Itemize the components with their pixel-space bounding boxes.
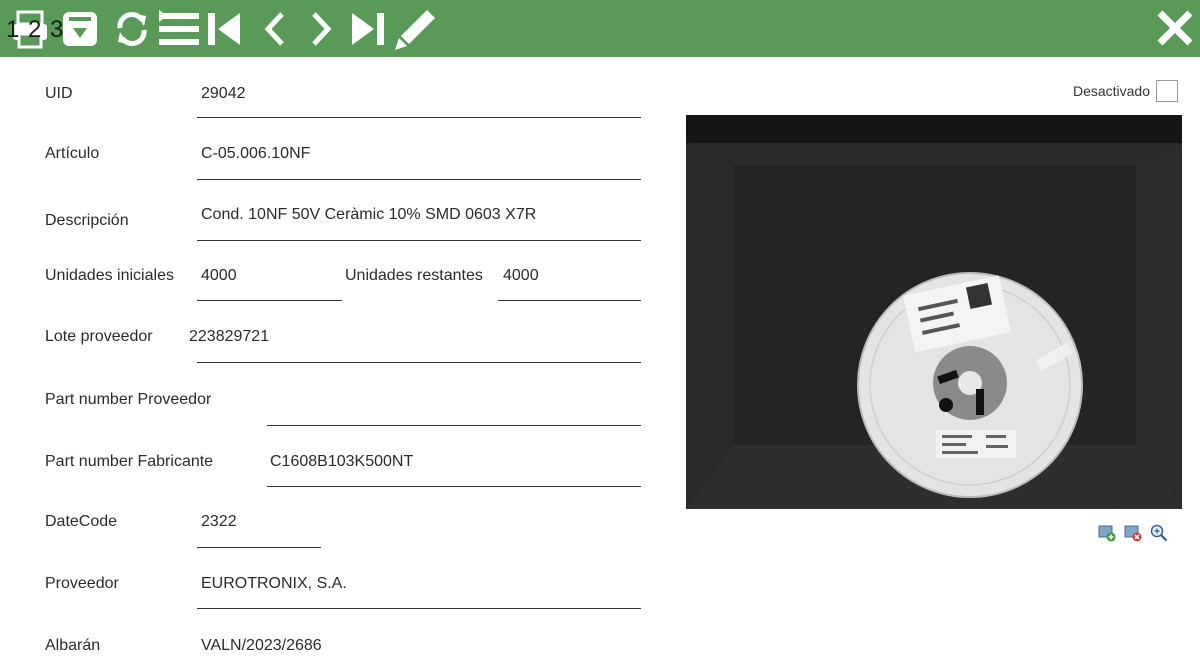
descripcion-underline (197, 240, 641, 241)
uid-label: UID (45, 85, 73, 102)
unidades-iniciales-field[interactable]: 4000 (201, 267, 237, 285)
last-icon[interactable] (348, 8, 388, 50)
proveedor-field[interactable]: EUROTRONIX, S.A. (201, 575, 347, 593)
desactivado-checkbox[interactable] (1156, 80, 1178, 102)
uid-underline (197, 117, 641, 118)
desactivado-toggle: Desactivado (1073, 80, 1178, 102)
unidades-iniciales-underline (197, 300, 342, 301)
refresh-icon[interactable] (112, 8, 152, 50)
datecode-field[interactable]: 2322 (201, 513, 237, 531)
descripcion-field[interactable]: Cond. 10NF 50V Ceràmic 10% SMD 0603 X7R (201, 206, 536, 224)
next-icon[interactable] (304, 8, 338, 50)
proveedor-label: Proveedor (45, 575, 119, 592)
proveedor-underline (197, 608, 641, 609)
articulo-label: Artículo (45, 145, 100, 162)
albaran-label: Albarán (45, 637, 101, 654)
unidades-iniciales-label: Unidades iniciales (45, 267, 174, 284)
pn-fabricante-field[interactable]: C1608B103K500NT (270, 453, 413, 471)
pn-fabricante-underline (267, 486, 641, 487)
close-icon[interactable] (1156, 9, 1194, 52)
pn-proveedor-underline (267, 425, 641, 426)
remove-image-icon[interactable] (1124, 524, 1142, 547)
image-tools (1098, 524, 1168, 547)
albaran-field[interactable]: VALN/2023/2686 (201, 637, 322, 655)
unidades-restantes-field[interactable]: 4000 (503, 267, 539, 285)
unidades-restantes-underline (498, 300, 641, 301)
lote-proveedor-underline (197, 362, 641, 363)
previous-icon[interactable] (258, 8, 292, 50)
lote-proveedor-label: Lote proveedor (45, 328, 153, 345)
zoom-icon[interactable] (1150, 524, 1168, 547)
pn-proveedor-label: Part number Proveedor (45, 391, 212, 408)
printer-icon[interactable] (10, 8, 50, 50)
first-icon[interactable] (204, 8, 244, 50)
toolbar: 1 2 3 (0, 0, 1200, 57)
lote-proveedor-field[interactable]: 223829721 (189, 328, 269, 346)
uid-field[interactable]: 29042 (201, 85, 246, 103)
articulo-field[interactable]: C-05.006.10NF (201, 145, 310, 163)
datecode-underline (197, 547, 321, 548)
articulo-underline (197, 179, 641, 180)
add-image-icon[interactable] (1098, 524, 1116, 547)
item-photo (686, 115, 1182, 509)
edit-icon[interactable] (393, 8, 437, 50)
save-icon[interactable] (60, 8, 100, 50)
pn-fabricante-label: Part number Fabricante (45, 453, 214, 470)
desactivado-label: Desactivado (1072, 83, 1150, 99)
list-icon[interactable] (157, 8, 201, 50)
unidades-restantes-label: Unidades restantes (345, 267, 483, 284)
datecode-label: DateCode (45, 513, 118, 530)
descripcion-label: Descripción (45, 212, 129, 229)
